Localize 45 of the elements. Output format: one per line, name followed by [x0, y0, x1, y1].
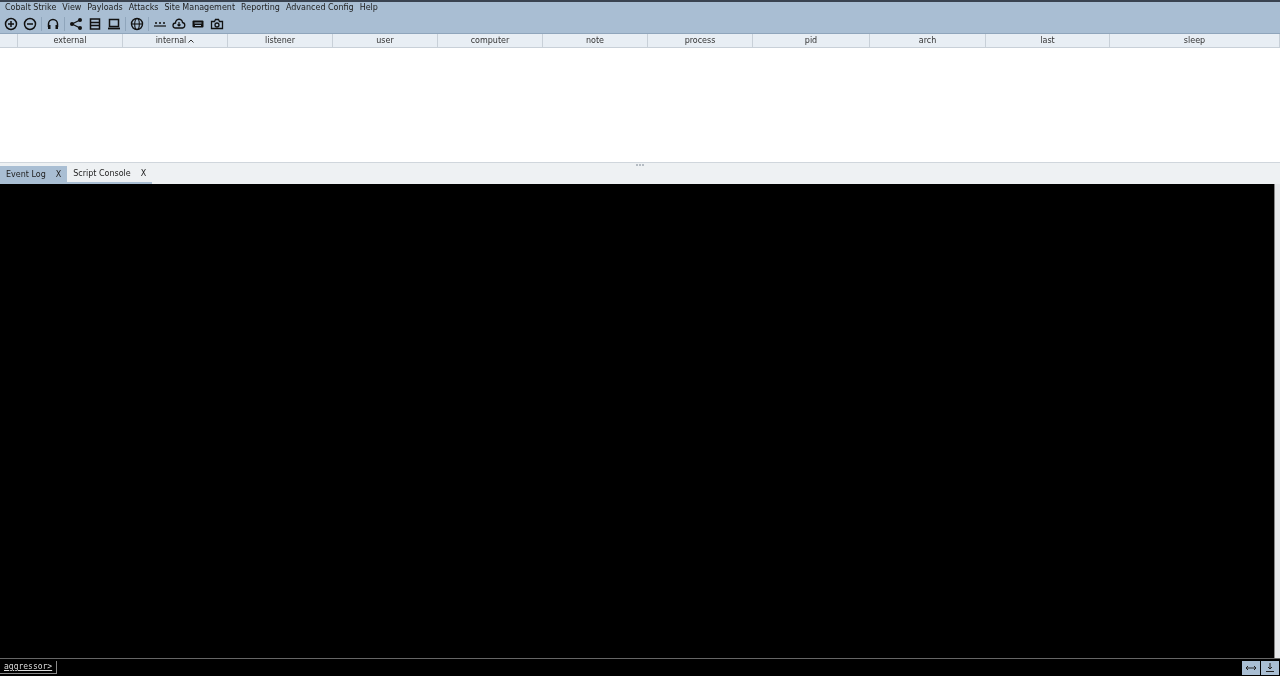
scrollbar[interactable] [1274, 184, 1280, 658]
column-header[interactable]: pid [753, 34, 870, 47]
menu-item[interactable]: Site Management [161, 2, 239, 14]
wrap-toggle-button[interactable] [1242, 660, 1260, 675]
sort-ascending-icon [188, 38, 195, 43]
menu-item[interactable]: View [59, 2, 85, 14]
column-header[interactable]: user [333, 34, 438, 47]
column-header[interactable]: computer [438, 34, 543, 47]
menu-item[interactable]: Advanced Config [282, 2, 357, 14]
tab-label: Event Log [6, 169, 46, 181]
tab-close-button[interactable]: X [140, 168, 147, 180]
column-header[interactable]: internal [123, 34, 228, 47]
menu-item[interactable]: Payloads [84, 2, 126, 14]
column-header[interactable]: arch [870, 34, 986, 47]
list-icon [88, 16, 102, 31]
column-header[interactable]: external [18, 34, 123, 47]
menu-item[interactable]: Cobalt Strike [2, 2, 60, 14]
toolbar-button[interactable] [3, 15, 19, 32]
minus-circle-icon [23, 16, 37, 31]
menu-item[interactable]: Attacks [125, 2, 162, 14]
laptop-icon [107, 16, 121, 31]
share-icon [69, 16, 83, 31]
column-header[interactable]: sleep [1110, 34, 1280, 47]
tab-label: Script Console [73, 168, 131, 180]
toolbar-button[interactable] [129, 15, 145, 32]
column-header[interactable]: last [986, 34, 1110, 47]
plus-circle-icon [4, 16, 18, 31]
column-header[interactable]: note [543, 34, 648, 47]
column-header[interactable]: listener [228, 34, 333, 47]
cloud-icon [172, 16, 186, 31]
toolbar-button[interactable] [22, 15, 38, 32]
tab[interactable]: Event Log X [0, 166, 68, 184]
tab-close-button[interactable]: X [55, 169, 62, 181]
camera-icon [210, 16, 224, 31]
toolbar-button[interactable] [87, 15, 103, 32]
scroll-lock-button[interactable] [1261, 660, 1279, 675]
toolbar-button[interactable] [68, 15, 84, 32]
download-arrow-icon [1266, 663, 1274, 672]
menu-item[interactable]: Reporting [238, 2, 283, 14]
headphones-icon [46, 16, 60, 31]
tab[interactable]: Script Console X [67, 166, 153, 184]
menu-item[interactable]: Help [356, 2, 381, 14]
column-header[interactable]: process [648, 34, 753, 47]
globe-icon [130, 16, 144, 31]
double-arrow-icon [1246, 664, 1256, 671]
